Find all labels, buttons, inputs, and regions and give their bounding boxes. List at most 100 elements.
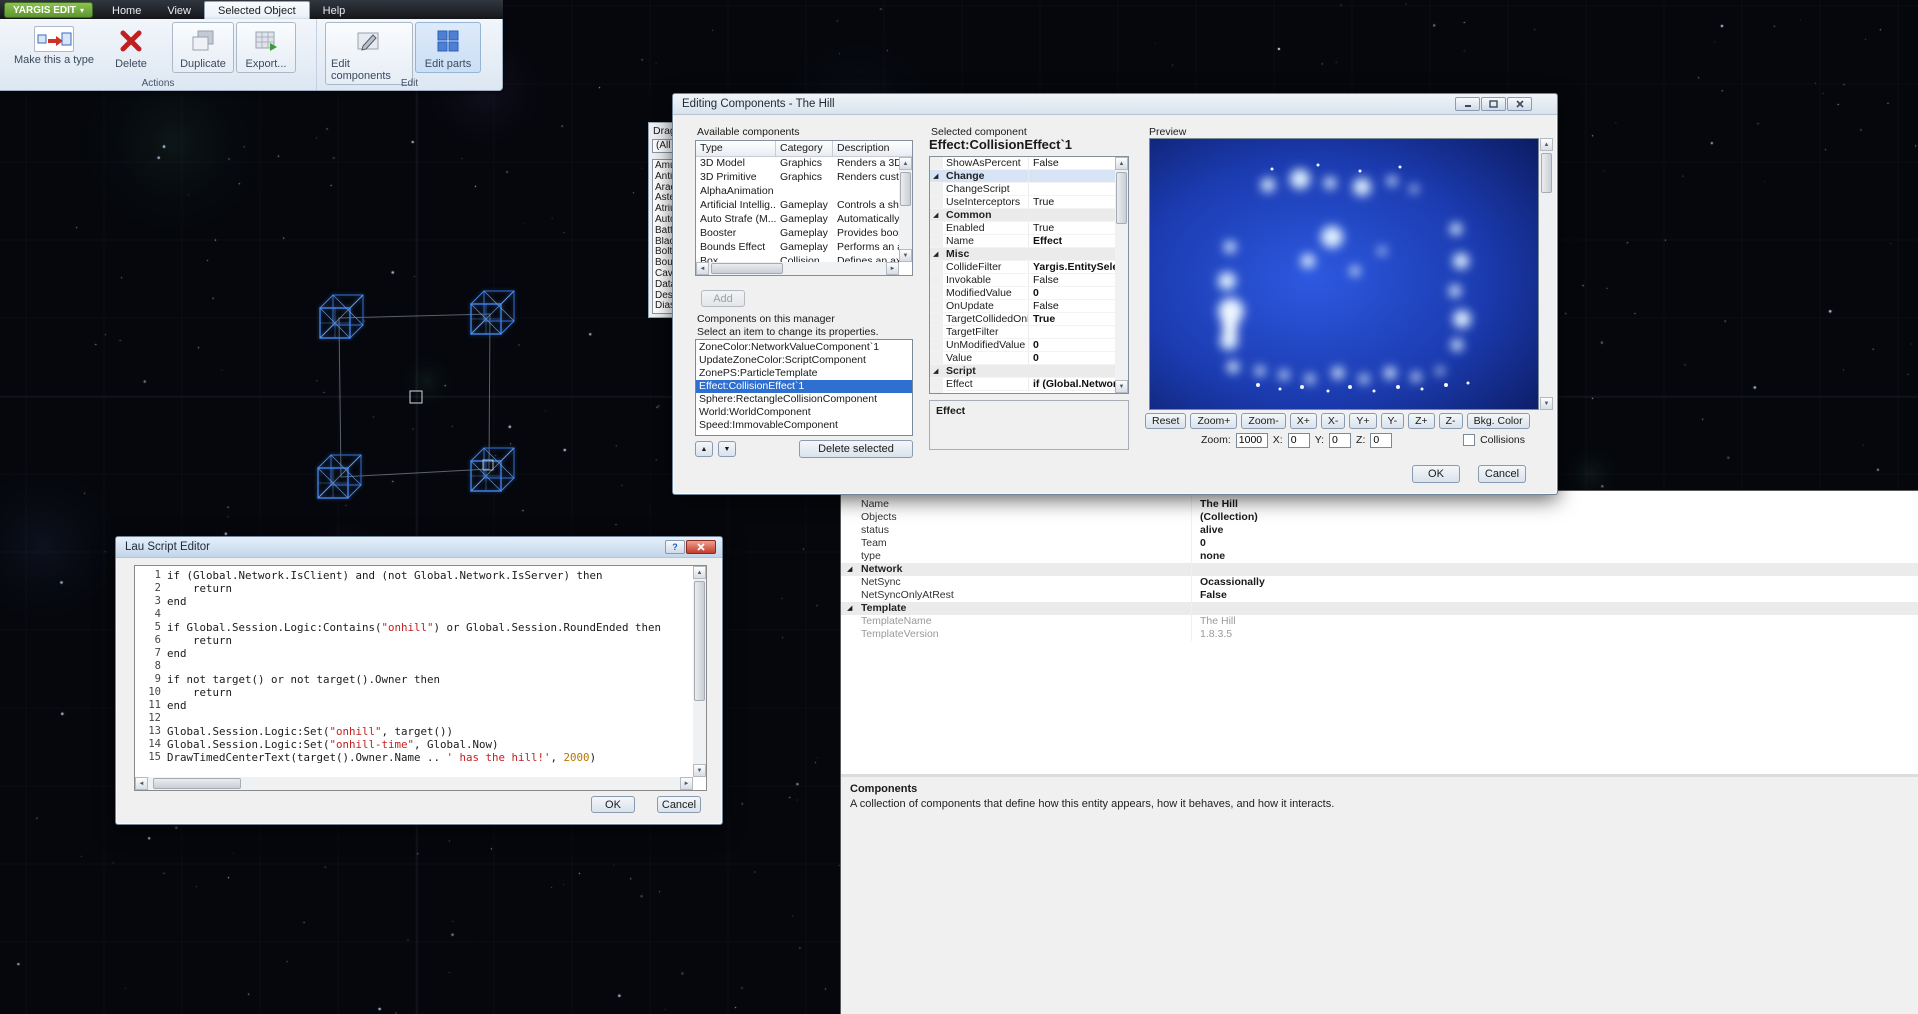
scroll-down-icon[interactable]: ▼ xyxy=(899,249,912,262)
code-line[interactable]: Global.Session.Logic:Set("onhill", targe… xyxy=(135,725,693,738)
code-editor[interactable]: if (Global.Network.IsClient) and (not Gl… xyxy=(134,565,707,791)
code-line[interactable]: end xyxy=(135,595,693,608)
code-line[interactable]: end xyxy=(135,647,693,660)
table-row[interactable]: Auto Strafe (M... Gameplay Automatically… xyxy=(696,213,899,227)
preview-toolbar-button[interactable]: Reset xyxy=(1145,413,1186,429)
minimize-button[interactable] xyxy=(1455,97,1480,111)
table-row[interactable]: Bounds Effect Gameplay Performs an actio… xyxy=(696,241,899,255)
code-line[interactable]: if (Global.Network.IsClient) and (not Gl… xyxy=(135,569,693,582)
preview-toolbar-button[interactable]: Zoom- xyxy=(1241,413,1285,429)
code-line[interactable]: if not target() or not target().Owner th… xyxy=(135,673,693,686)
scroll-thumb[interactable] xyxy=(900,172,911,206)
property-row[interactable]: TemplateVersion 1.8.3.5 xyxy=(841,628,1918,641)
property-row[interactable]: Enabled True xyxy=(930,222,1115,235)
add-component-button[interactable]: Add xyxy=(701,290,745,307)
scroll-up-icon[interactable]: ▲ xyxy=(1115,157,1128,170)
property-row[interactable]: TemplateName The Hill xyxy=(841,615,1918,628)
scroll-right-icon[interactable]: ► xyxy=(680,777,693,790)
delete-button[interactable]: Delete xyxy=(105,22,157,73)
property-row[interactable]: ShowAsPercent False xyxy=(930,157,1115,170)
property-row[interactable]: type none xyxy=(841,550,1918,563)
property-row[interactable]: Change xyxy=(930,170,1115,183)
property-row[interactable]: Invokable False xyxy=(930,274,1115,287)
manager-list-item[interactable]: World:WorldComponent xyxy=(696,406,912,419)
column-header-type[interactable]: Type xyxy=(696,141,776,156)
property-row[interactable]: OnUpdate False xyxy=(930,300,1115,313)
close-button[interactable] xyxy=(1507,97,1532,111)
scroll-thumb[interactable] xyxy=(153,778,241,789)
close-button[interactable] xyxy=(686,540,716,554)
manager-list-item[interactable]: Sphere:RectangleCollisionComponent xyxy=(696,393,912,406)
preview-toolbar-button[interactable]: X- xyxy=(1321,413,1346,429)
move-up-button[interactable]: ▲ xyxy=(695,441,713,457)
scroll-left-icon[interactable]: ◄ xyxy=(696,262,709,275)
tab-selected-object[interactable]: Selected Object xyxy=(204,1,310,19)
preview-toolbar-button[interactable]: X+ xyxy=(1290,413,1317,429)
cancel-button[interactable]: Cancel xyxy=(657,796,701,813)
preview-toolbar-button[interactable]: Zoom+ xyxy=(1190,413,1237,429)
scroll-up-icon[interactable]: ▲ xyxy=(693,566,706,579)
dialog-titlebar[interactable]: Lau Script Editor xyxy=(116,537,722,558)
property-row[interactable]: NetSync Ocassionally xyxy=(841,576,1918,589)
maximize-button[interactable] xyxy=(1481,97,1506,111)
scrollbar-vertical[interactable]: ▲ ▼ xyxy=(1115,157,1128,393)
code-line[interactable]: return xyxy=(135,634,693,647)
table-row[interactable]: Booster Gameplay Provides boost capa xyxy=(696,227,899,241)
table-row[interactable]: 3D Primitive Graphics Renders custom 3D xyxy=(696,171,899,185)
scroll-left-icon[interactable]: ◄ xyxy=(135,777,148,790)
property-row[interactable]: TargetCollidedOnly True xyxy=(930,313,1115,326)
cancel-button[interactable]: Cancel xyxy=(1478,465,1526,483)
scrollbar-vertical[interactable]: ▲ ▼ xyxy=(693,566,706,777)
scroll-thumb[interactable] xyxy=(1541,153,1552,193)
property-row[interactable]: CollideFilter Yargis.EntitySelect xyxy=(930,261,1115,274)
table-row[interactable]: AlphaAnimation xyxy=(696,185,899,199)
property-row[interactable]: Name Effect xyxy=(930,235,1115,248)
effect-preview-viewport[interactable] xyxy=(1149,138,1539,410)
ok-button[interactable]: OK xyxy=(1412,465,1460,483)
property-row[interactable]: Script xyxy=(930,365,1115,378)
preview-toolbar-button[interactable]: Bkg. Color xyxy=(1467,413,1530,429)
property-row[interactable]: Template xyxy=(841,602,1918,615)
property-row[interactable]: Team 0 xyxy=(841,537,1918,550)
preview-toolbar-button[interactable]: Y- xyxy=(1381,413,1405,429)
scroll-thumb[interactable] xyxy=(694,581,705,701)
code-line[interactable] xyxy=(135,608,693,621)
move-down-button[interactable]: ▼ xyxy=(718,441,736,457)
scroll-up-ic on[interactable]: ▲ xyxy=(1540,138,1553,151)
scroll-down-icon[interactable]: ▼ xyxy=(1115,380,1128,393)
delete-selected-button[interactable]: Delete selected xyxy=(799,440,913,458)
property-row[interactable]: Misc xyxy=(930,248,1115,261)
preview-toolbar-button[interactable]: Z+ xyxy=(1408,413,1435,429)
table-row[interactable]: Artificial Intellig... Gameplay Controls… xyxy=(696,199,899,213)
property-row[interactable]: Effect if (Global.Network.I xyxy=(930,378,1115,391)
edit-parts-button[interactable]: Edit parts xyxy=(415,22,481,73)
scrollbar-horizontal[interactable]: ◄ ► xyxy=(135,777,693,790)
code-line[interactable]: if Global.Session.Logic:Contains("onhill… xyxy=(135,621,693,634)
property-row[interactable]: Common xyxy=(930,209,1115,222)
property-row[interactable]: UseInterceptors True xyxy=(930,196,1115,209)
preview-toolbar-button[interactable]: Y+ xyxy=(1349,413,1376,429)
property-row[interactable]: Value 0 xyxy=(930,352,1115,365)
table-header[interactable]: Type Category Description xyxy=(696,141,912,157)
tab-view[interactable]: View xyxy=(154,2,204,19)
preview-toolbar-button[interactable]: Z- xyxy=(1439,413,1463,429)
code-line[interactable]: Global.Session.Logic:Set("onhill-time", … xyxy=(135,738,693,751)
z-input[interactable] xyxy=(1370,433,1392,448)
scroll-up-icon[interactable]: ▲ xyxy=(899,157,912,170)
application-menu-button[interactable]: YARGIS EDIT ▾ xyxy=(4,2,93,18)
property-row[interactable]: Name The Hill xyxy=(841,498,1918,511)
export-button[interactable]: Export... xyxy=(236,22,296,73)
manager-list-item[interactable]: ZonePS:ParticleTemplate xyxy=(696,367,912,380)
scroll-thumb[interactable] xyxy=(711,263,783,274)
property-row[interactable]: status alive xyxy=(841,524,1918,537)
code-line[interactable]: end xyxy=(135,699,693,712)
dialog-titlebar[interactable]: Editing Components - The Hill xyxy=(673,94,1557,115)
property-row[interactable]: TargetFilter xyxy=(930,326,1115,339)
x-input[interactable] xyxy=(1288,433,1310,448)
manager-list-item[interactable]: ZoneColor:NetworkValueComponent`1 xyxy=(696,341,912,354)
code-line[interactable]: DrawTimedCenterText(target().Owner.Name … xyxy=(135,751,693,764)
manager-list-item[interactable]: Effect:CollisionEffect`1 xyxy=(696,380,912,393)
collisions-checkbox[interactable] xyxy=(1463,434,1475,446)
table-row[interactable]: 3D Model Graphics Renders a 3D mode xyxy=(696,157,899,171)
make-this-a-type-button[interactable]: Make this a type xyxy=(5,22,103,69)
